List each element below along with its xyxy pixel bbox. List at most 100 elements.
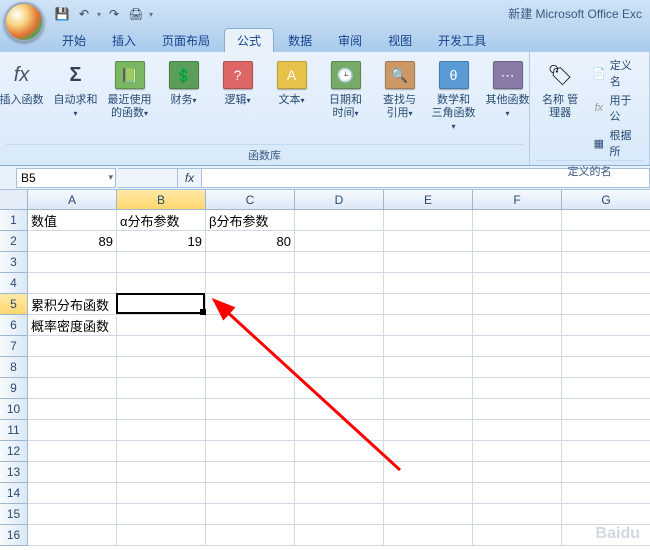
col-header[interactable]: A	[28, 190, 117, 210]
fx-button[interactable]: fx	[178, 168, 202, 188]
cell[interactable]	[28, 525, 117, 546]
col-header[interactable]: B	[117, 190, 206, 210]
recent-functions-button[interactable]: 📗 最近使用 的函数▾	[105, 56, 155, 122]
cell[interactable]: 19	[117, 231, 206, 252]
tab-insert[interactable]: 插入	[100, 29, 148, 52]
cell[interactable]	[28, 462, 117, 483]
cell[interactable]	[295, 462, 384, 483]
lookup-button[interactable]: 🔍 查找与 引用▾	[375, 56, 425, 122]
cell[interactable]	[206, 420, 295, 441]
tab-formulas[interactable]: 公式	[224, 28, 274, 52]
cell[interactable]	[384, 420, 473, 441]
cell[interactable]	[117, 315, 206, 336]
cell[interactable]	[117, 399, 206, 420]
name-box[interactable]: B5▾	[16, 168, 116, 188]
more-functions-button[interactable]: ⋯ 其他函数▾	[483, 56, 533, 122]
cell[interactable]	[473, 252, 562, 273]
cell[interactable]	[206, 357, 295, 378]
qat-dd[interactable]: ▾	[96, 4, 102, 24]
cell[interactable]	[562, 441, 650, 462]
cell[interactable]	[206, 462, 295, 483]
office-button[interactable]	[4, 2, 44, 42]
undo-icon[interactable]: ↶	[74, 4, 94, 24]
row-header[interactable]: 8	[0, 357, 28, 378]
col-header[interactable]: G	[562, 190, 650, 210]
cell[interactable]	[473, 357, 562, 378]
datetime-button[interactable]: 🕒 日期和 时间▾	[321, 56, 371, 122]
row-header[interactable]: 16	[0, 525, 28, 546]
cell[interactable]	[562, 420, 650, 441]
autosum-button[interactable]: Σ 自动求和▾	[51, 56, 101, 122]
cell[interactable]	[562, 462, 650, 483]
cell[interactable]	[117, 273, 206, 294]
cell[interactable]	[562, 336, 650, 357]
name-manager-button[interactable]: 🏷 名称 管理器	[536, 56, 584, 160]
cell[interactable]	[473, 315, 562, 336]
cell[interactable]	[206, 273, 295, 294]
cell[interactable]	[295, 420, 384, 441]
row-header[interactable]: 2	[0, 231, 28, 252]
cell[interactable]	[384, 357, 473, 378]
cells[interactable]: 数值α分布参数β分布参数891980累积分布函数概率密度函数	[28, 210, 650, 546]
cell[interactable]	[473, 420, 562, 441]
cell[interactable]	[384, 294, 473, 315]
cell[interactable]	[473, 294, 562, 315]
cell[interactable]	[473, 483, 562, 504]
cell[interactable]	[562, 357, 650, 378]
cell[interactable]	[28, 252, 117, 273]
cell[interactable]: 概率密度函数	[28, 315, 117, 336]
row-header[interactable]: 14	[0, 483, 28, 504]
cell[interactable]	[384, 483, 473, 504]
cell[interactable]	[473, 525, 562, 546]
cell[interactable]: α分布参数	[117, 210, 206, 231]
cell[interactable]	[384, 504, 473, 525]
cell[interactable]	[384, 231, 473, 252]
qat-customise[interactable]: ▾	[148, 4, 154, 24]
cell[interactable]	[117, 294, 206, 315]
cell[interactable]	[384, 273, 473, 294]
cell[interactable]	[295, 378, 384, 399]
cell[interactable]	[473, 441, 562, 462]
cell[interactable]	[117, 483, 206, 504]
insert-function-button[interactable]: fx 插入函数	[0, 56, 47, 109]
cell[interactable]	[28, 273, 117, 294]
col-header[interactable]: D	[295, 190, 384, 210]
cell[interactable]	[117, 441, 206, 462]
cell[interactable]	[562, 210, 650, 231]
cell[interactable]	[295, 273, 384, 294]
cell[interactable]	[384, 336, 473, 357]
cell[interactable]	[206, 504, 295, 525]
tab-pagelayout[interactable]: 页面布局	[150, 29, 222, 52]
cell[interactable]	[295, 294, 384, 315]
cell[interactable]: 数值	[28, 210, 117, 231]
cell[interactable]	[117, 357, 206, 378]
cell[interactable]	[384, 210, 473, 231]
cell[interactable]	[295, 315, 384, 336]
row-header[interactable]: 12	[0, 441, 28, 462]
tab-view[interactable]: 视图	[376, 29, 424, 52]
row-header[interactable]: 5	[0, 294, 28, 315]
math-button[interactable]: θ 数学和 三角函数▾	[429, 56, 479, 135]
cell[interactable]	[117, 504, 206, 525]
cell[interactable]: 80	[206, 231, 295, 252]
cell[interactable]	[295, 441, 384, 462]
cell[interactable]	[562, 504, 650, 525]
cell[interactable]	[206, 441, 295, 462]
cell[interactable]	[28, 378, 117, 399]
cell[interactable]	[562, 252, 650, 273]
logical-button[interactable]: ? 逻辑▾	[213, 56, 263, 109]
financial-button[interactable]: 💲 财务▾	[159, 56, 209, 109]
cell[interactable]	[206, 525, 295, 546]
chevron-down-icon[interactable]: ▾	[108, 172, 113, 183]
cell[interactable]	[473, 336, 562, 357]
cell[interactable]	[562, 483, 650, 504]
tab-developer[interactable]: 开发工具	[426, 29, 498, 52]
cell[interactable]	[117, 462, 206, 483]
tab-review[interactable]: 审阅	[326, 29, 374, 52]
save-icon[interactable]: 💾	[52, 4, 72, 24]
cell[interactable]	[384, 441, 473, 462]
row-header[interactable]: 11	[0, 420, 28, 441]
spreadsheet-grid[interactable]: ABCDEFG 12345678910111213141516 数值α分布参数β…	[0, 190, 650, 546]
cell[interactable]	[206, 483, 295, 504]
row-header[interactable]: 3	[0, 252, 28, 273]
